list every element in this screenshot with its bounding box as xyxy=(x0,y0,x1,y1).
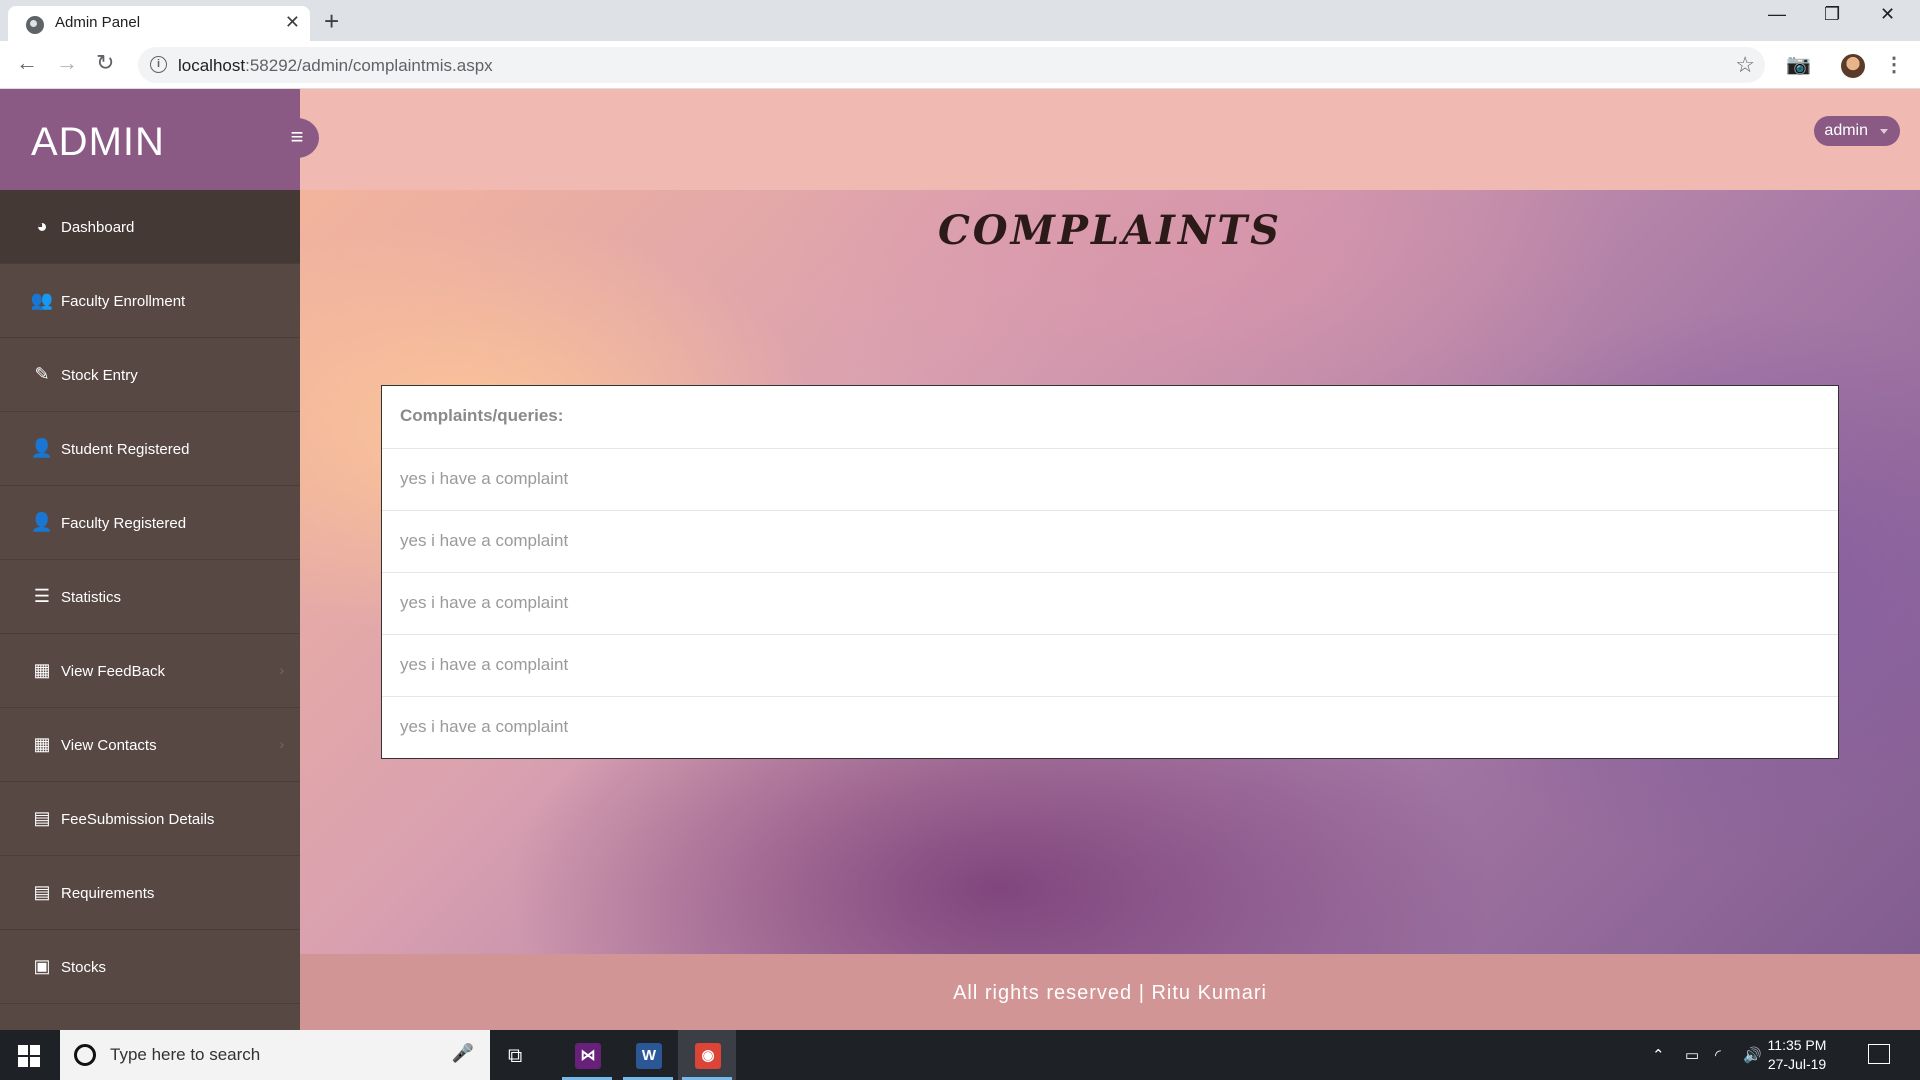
grid-icon: ▦ xyxy=(33,660,51,680)
reload-icon[interactable]: ↻ xyxy=(96,50,114,76)
sidebar-item-label: Dashboard xyxy=(61,219,135,236)
main-content: admin COMPLAINTS Complaints/queries: yes… xyxy=(300,89,1920,1030)
bookmark-star-icon[interactable]: ☆ xyxy=(1735,52,1755,78)
list-icon: ☰ xyxy=(33,586,51,606)
sidebar-item-stocks[interactable]: ▣ Stocks xyxy=(0,930,300,1004)
sidebar-item-statistics[interactable]: ☰ Statistics xyxy=(0,560,300,634)
grid-icon: ▦ xyxy=(33,734,51,754)
url-path: :58292/admin/complaintmis.aspx xyxy=(245,56,493,75)
tab-close-icon[interactable]: ✕ xyxy=(285,12,300,33)
url-host: localhost xyxy=(178,56,246,75)
top-bar: admin xyxy=(300,89,1920,190)
sidebar-item-label: Student Registered xyxy=(61,441,190,458)
sidebar-item-label: Statistics xyxy=(61,589,122,606)
edit-icon: ✎ xyxy=(34,364,50,384)
site-info-icon[interactable]: i xyxy=(150,56,167,73)
sidebar-item-label: Requirements xyxy=(61,885,155,902)
minimize-button[interactable]: — xyxy=(1768,4,1786,25)
browser-tab-strip: Admin Panel ✕ + — ❐ ✕ xyxy=(0,0,1920,41)
search-placeholder: Type here to search xyxy=(110,1045,261,1064)
sidebar: ADMIN ◕ Dashboard 👥 Faculty Enrollment ✎ Stoc… xyxy=(0,89,300,1030)
sidebar-item-dashboard[interactable]: ◕ Dashboard xyxy=(0,190,300,264)
system-clock[interactable]: 11:35 PM 27-Jul-19 xyxy=(1762,1036,1832,1074)
sidebar-item-label: FeeSubmission Details xyxy=(61,811,215,828)
footer-text: All rights reserved | Ritu Kumari xyxy=(953,982,1267,1004)
complaints-header: Complaints/queries: xyxy=(400,406,564,425)
camera-icon[interactable]: 📷 xyxy=(1786,52,1811,77)
sidebar-item-label: View Contacts xyxy=(61,737,157,754)
windows-start-icon[interactable] xyxy=(18,1045,40,1067)
complaints-panel: Complaints/queries: yes i have a complai… xyxy=(381,385,1839,759)
forward-arrow-icon[interactable]: → xyxy=(56,50,78,76)
sidebar-menu: ◕ Dashboard 👥 Faculty Enrollment ✎ Stock Entr… xyxy=(0,190,300,1004)
tasks-icon: ▤ xyxy=(33,882,51,902)
taskbar-app-visual-studio[interactable]: ⋈ xyxy=(558,1030,616,1080)
new-tab-button[interactable]: + xyxy=(324,6,339,37)
globe-icon xyxy=(26,16,44,34)
visual-studio-icon: ⋈ xyxy=(575,1043,601,1069)
window-close-button[interactable]: ✕ xyxy=(1880,4,1895,25)
taskbar-app-word[interactable]: W xyxy=(619,1030,677,1080)
page-title: COMPLAINTS xyxy=(937,207,1283,254)
taskbar-search-box[interactable]: Type here to search 🎤 xyxy=(60,1030,490,1080)
complaint-row: yes i have a complaint xyxy=(382,634,1838,696)
sidebar-item-stock-entry[interactable]: ✎ Stock Entry xyxy=(0,338,300,412)
sidebar-item-label: Faculty Registered xyxy=(61,515,187,532)
chevron-right-icon: › xyxy=(279,662,284,678)
user-icon: 👤 xyxy=(30,438,54,458)
volume-icon[interactable]: 🔊 xyxy=(1743,1046,1762,1064)
sidebar-item-label: Stock Entry xyxy=(61,367,138,384)
action-center-icon[interactable] xyxy=(1868,1044,1890,1064)
restore-button[interactable]: ❐ xyxy=(1824,4,1840,25)
complaint-row: yes i have a complaint xyxy=(382,510,1838,572)
sidebar-item-faculty-enrollment[interactable]: 👥 Faculty Enrollment xyxy=(0,264,300,338)
clock-date: 27-Jul-19 xyxy=(1767,1056,1827,1072)
footer: All rights reserved | Ritu Kumari xyxy=(300,954,1920,1030)
wifi-icon[interactable]: ◜ xyxy=(1715,1046,1721,1064)
more-menu-icon[interactable]: ⋮ xyxy=(1884,52,1904,77)
sidebar-item-label: Stocks xyxy=(61,959,107,976)
tray-chevron-icon[interactable]: ⌃ xyxy=(1652,1046,1665,1064)
admin-app: ADMIN ◕ Dashboard 👥 Faculty Enrollment ✎ Stoc… xyxy=(0,89,1920,1030)
complaint-row: yes i have a complaint xyxy=(382,572,1838,634)
sidebar-item-feesubmission-details[interactable]: ▤ FeeSubmission Details xyxy=(0,782,300,856)
back-arrow-icon[interactable]: ← xyxy=(16,50,38,76)
brand-header: ADMIN xyxy=(0,89,300,190)
profile-avatar[interactable] xyxy=(1841,54,1865,78)
browser-toolbar: ← → ↻ i localhost:58292/admin/complaintm… xyxy=(0,41,1920,89)
dashboard-icon: ◕ xyxy=(36,216,48,236)
tab-title: Admin Panel xyxy=(55,14,141,31)
sidebar-item-view-feedback[interactable]: ▦ View FeedBack › xyxy=(0,634,300,708)
url-text[interactable]: localhost:58292/admin/complaintmis.aspx xyxy=(178,56,493,76)
chrome-icon: ◉ xyxy=(695,1043,721,1069)
complaint-row: yes i have a complaint xyxy=(382,448,1838,510)
briefcase-icon: ▣ xyxy=(33,956,51,976)
taskbar-app-chrome[interactable]: ◉ xyxy=(678,1030,736,1080)
users-icon: 👥 xyxy=(30,290,54,310)
hamburger-menu-icon[interactable]: ≡ xyxy=(275,118,319,158)
sidebar-item-student-registered[interactable]: 👤 Student Registered xyxy=(0,412,300,486)
complaint-row: yes i have a complaint xyxy=(382,696,1838,758)
cortana-icon xyxy=(74,1044,96,1066)
address-bar[interactable]: i localhost:58292/admin/complaintmis.asp… xyxy=(138,47,1765,83)
brand-title: ADMIN xyxy=(31,120,165,164)
sidebar-item-label: View FeedBack xyxy=(61,663,165,680)
microphone-icon[interactable]: 🎤 xyxy=(452,1043,474,1064)
user-dropdown[interactable]: admin xyxy=(1814,116,1900,146)
windows-taskbar: Type here to search 🎤 ⧉ ⋈ W ◉ ⌃ ▭ ◜ 🔊 11:3… xyxy=(0,1030,1920,1080)
chevron-right-icon: › xyxy=(279,736,284,752)
word-icon: W xyxy=(636,1043,662,1069)
sidebar-item-requirements[interactable]: ▤ Requirements xyxy=(0,856,300,930)
battery-icon[interactable]: ▭ xyxy=(1685,1046,1699,1064)
browser-tab[interactable]: Admin Panel ✕ xyxy=(8,6,310,41)
user-plus-icon: 👤 xyxy=(30,512,54,532)
clock-time: 11:35 PM xyxy=(1767,1037,1827,1053)
sidebar-item-label: Faculty Enrollment xyxy=(61,293,186,310)
sidebar-item-faculty-registered[interactable]: 👤 Faculty Registered xyxy=(0,486,300,560)
task-view-icon[interactable]: ⧉ xyxy=(508,1045,522,1068)
sidebar-item-view-contacts[interactable]: ▦ View Contacts › xyxy=(0,708,300,782)
book-icon: ▤ xyxy=(33,808,51,828)
